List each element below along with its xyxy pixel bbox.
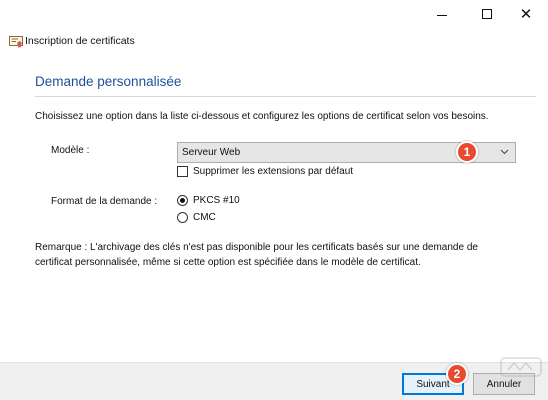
pkcs10-label: PKCS #10 bbox=[193, 195, 240, 206]
format-option-pkcs10[interactable]: PKCS #10 bbox=[177, 195, 240, 206]
cmc-radio[interactable] bbox=[177, 212, 188, 223]
step-badge-2: 2 bbox=[446, 363, 468, 385]
minimize-button[interactable] bbox=[424, 0, 460, 28]
watermark-logo bbox=[500, 357, 542, 377]
suppress-extensions-checkbox[interactable] bbox=[177, 166, 188, 177]
format-option-cmc[interactable]: CMC bbox=[177, 212, 216, 223]
suppress-extensions-option[interactable]: Supprimer les extensions par défaut bbox=[177, 166, 353, 177]
certificate-icon bbox=[9, 36, 23, 48]
cmc-label: CMC bbox=[193, 212, 216, 223]
chevron-down-icon bbox=[500, 149, 509, 155]
heading-separator bbox=[35, 96, 536, 97]
step-badge-1: 1 bbox=[456, 141, 478, 163]
certificate-enrollment-window: ✕ Inscription de certificats Demande per… bbox=[0, 0, 548, 400]
maximize-button[interactable] bbox=[469, 0, 505, 28]
model-selected-value: Serveur Web bbox=[182, 147, 241, 158]
suppress-extensions-label: Supprimer les extensions par défaut bbox=[193, 166, 354, 177]
close-icon: ✕ bbox=[519, 5, 533, 23]
close-button[interactable]: ✕ bbox=[508, 0, 544, 28]
page-heading: Demande personnalisée bbox=[35, 74, 182, 89]
minimize-icon bbox=[437, 14, 447, 16]
request-format-label: Format de la demande : bbox=[51, 196, 158, 207]
pkcs10-radio[interactable] bbox=[177, 195, 188, 206]
model-label: Modèle : bbox=[51, 145, 90, 156]
maximize-icon bbox=[482, 9, 492, 19]
instruction-text: Choisissez une option dans la liste ci-d… bbox=[35, 111, 489, 122]
archiving-note: Remarque : L'archivage des clés n'est pa… bbox=[35, 242, 478, 268]
window-title: Inscription de certificats bbox=[25, 35, 135, 47]
